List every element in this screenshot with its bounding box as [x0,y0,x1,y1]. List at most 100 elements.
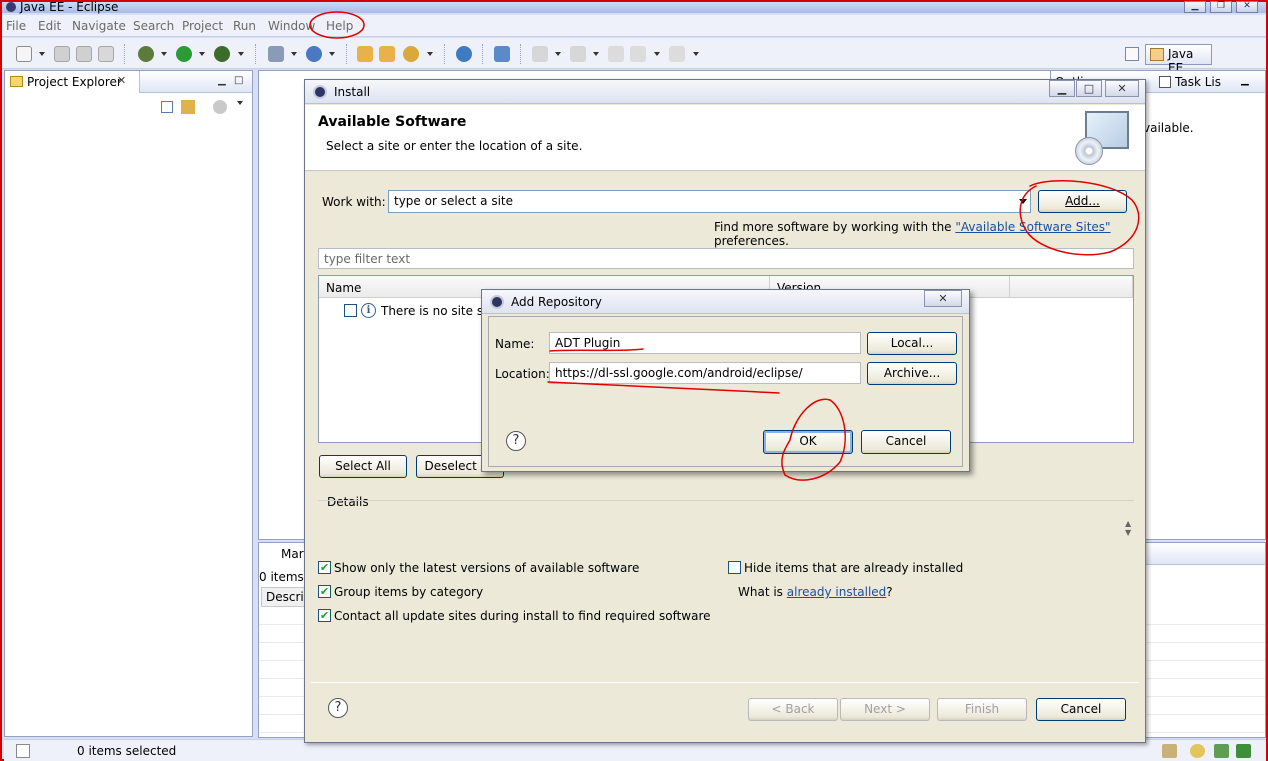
forward-arrow-icon[interactable] [669,46,685,62]
debug-dropdown-arrow-icon[interactable] [161,52,167,56]
status-plugin-icon[interactable] [1236,744,1251,758]
project-explorer-icon [10,76,23,87]
maximize-view-icon[interactable]: □ [234,75,243,86]
status-bulb-icon[interactable] [1190,744,1205,758]
close-view-icon[interactable]: ✕ [117,74,126,87]
menu-edit[interactable]: Edit [38,19,61,33]
group-by-category-checkbox[interactable]: ✔ [318,585,331,598]
status-chart-icon[interactable] [1214,744,1229,758]
task-list-icon [1159,76,1171,88]
external-tools-icon[interactable] [214,46,230,62]
menu-help[interactable]: Help [326,19,353,33]
java-ee-perspective-button[interactable]: Java EE [1145,44,1212,75]
task-list-tab[interactable]: Task Lis [1159,75,1221,89]
install-banner: Available Software Select a site or ente… [305,105,1145,171]
new-fastview-icon[interactable] [16,744,30,758]
help-icon[interactable]: ? [328,698,348,718]
row-checkbox[interactable] [344,304,357,317]
footer-divider [311,682,1139,683]
ok-button[interactable]: OK [763,430,853,454]
work-with-combo[interactable]: type or select a site [388,190,1031,213]
browser-globe-icon[interactable] [456,46,472,62]
open-folder-icon[interactable] [379,46,395,62]
task-list-tab-label: Task Lis [1175,75,1221,89]
archive-button[interactable]: Archive... [867,362,957,385]
latest-versions-checkbox[interactable]: ✔ [318,561,331,574]
help-icon[interactable]: ? [506,431,526,451]
close-window-button[interactable]: ✕ [1236,1,1258,13]
install-heading: Available Software [318,114,467,130]
project-explorer-view: Project Explorer ✕ ▁ □ [4,70,253,737]
close-dialog-button[interactable]: ✕ [1105,80,1139,97]
forward-dropdown-arrow-icon[interactable] [693,52,699,56]
add-site-button[interactable]: Add... [1038,190,1127,213]
menu-window[interactable]: Window [268,19,315,33]
run-dropdown-arrow-icon[interactable] [199,52,205,56]
view-menu-arrow-icon[interactable] [237,101,243,105]
add-repository-title: Add Repository [511,295,602,309]
open-task-icon[interactable] [403,46,419,62]
local-button[interactable]: Local... [867,332,957,355]
open-type-icon[interactable] [357,46,373,62]
status-text: 0 items selected [77,744,177,758]
debug-icon[interactable] [138,46,154,62]
back-dropdown-arrow-icon[interactable] [654,52,660,56]
external-tools-dropdown-arrow-icon[interactable] [238,52,244,56]
menu-file[interactable]: File [6,19,26,33]
filter-input[interactable]: type filter text [318,248,1134,269]
chevron-down-icon[interactable] [1019,199,1027,204]
new-server-dropdown-arrow-icon[interactable] [291,52,297,56]
project-explorer-tab[interactable]: Project Explorer ✕ [5,71,140,93]
web-service-icon[interactable] [306,46,322,62]
maximize-dialog-button[interactable]: □ [1076,80,1102,97]
menu-search[interactable]: Search [133,19,174,33]
repository-location-input[interactable]: https://dl-ssl.google.com/android/eclips… [549,362,861,384]
open-perspective-icon[interactable] [1125,47,1139,61]
link-with-editor-icon[interactable] [181,100,195,114]
collapse-all-icon[interactable] [161,101,173,113]
details-scroll-icon[interactable]: ▲ ▼ [1125,519,1131,537]
last-edit-location-icon[interactable] [608,46,624,62]
next-button[interactable]: Next > [840,698,930,721]
menu-run[interactable]: Run [233,19,256,33]
previous-annotation-dropdown-arrow-icon[interactable] [593,52,599,56]
new-icon[interactable] [16,46,32,62]
project-explorer-header: Project Explorer ✕ ▁ □ [5,71,252,93]
view-menu-toggle-icon[interactable] [213,100,227,114]
repository-name-input[interactable]: ADT Plugin [549,332,861,354]
menu-navigate[interactable]: Navigate [72,19,126,33]
print-icon[interactable] [98,46,114,62]
new-server-icon[interactable] [268,46,284,62]
install-cancel-button[interactable]: Cancel [1036,698,1126,721]
minimize-view-icon[interactable]: ▁ [218,75,226,86]
add-repository-dialog: Add Repository ✕ Name: ADT Plugin Local.… [481,289,970,472]
status-tool-icon[interactable] [1162,744,1177,758]
minimize-view-icon[interactable]: ▁ [1241,75,1249,86]
web-service-dropdown-arrow-icon[interactable] [329,52,335,56]
already-installed-link[interactable]: already installed [787,585,887,599]
close-add-repository-button[interactable]: ✕ [924,290,962,307]
minimize-window-button[interactable]: ▁ [1184,1,1206,13]
open-task-dropdown-arrow-icon[interactable] [427,52,433,56]
toolbar-separator [124,44,126,64]
menu-project[interactable]: Project [182,19,223,33]
search-tool-icon[interactable] [494,46,510,62]
add-repository-cancel-button[interactable]: Cancel [861,430,951,454]
restore-window-button[interactable]: ❐ [1210,1,1232,13]
find-more-text: Find more software by working with the "… [714,220,1111,248]
next-annotation-icon[interactable] [532,46,548,62]
finish-button[interactable]: Finish [937,698,1027,721]
available-software-sites-link[interactable]: "Available Software Sites" [955,220,1110,234]
back-button[interactable]: < Back [748,698,838,721]
save-icon[interactable] [54,46,70,62]
hide-installed-checkbox[interactable] [728,561,741,574]
back-arrow-icon[interactable] [630,46,646,62]
save-all-icon[interactable] [76,46,92,62]
run-icon[interactable] [176,46,192,62]
minimize-dialog-button[interactable]: ▁ [1049,80,1075,97]
contact-sites-checkbox[interactable]: ✔ [318,609,331,622]
previous-annotation-icon[interactable] [570,46,586,62]
select-all-button[interactable]: Select All [319,455,407,478]
new-dropdown-arrow-icon[interactable] [39,52,45,56]
next-annotation-dropdown-arrow-icon[interactable] [555,52,561,56]
